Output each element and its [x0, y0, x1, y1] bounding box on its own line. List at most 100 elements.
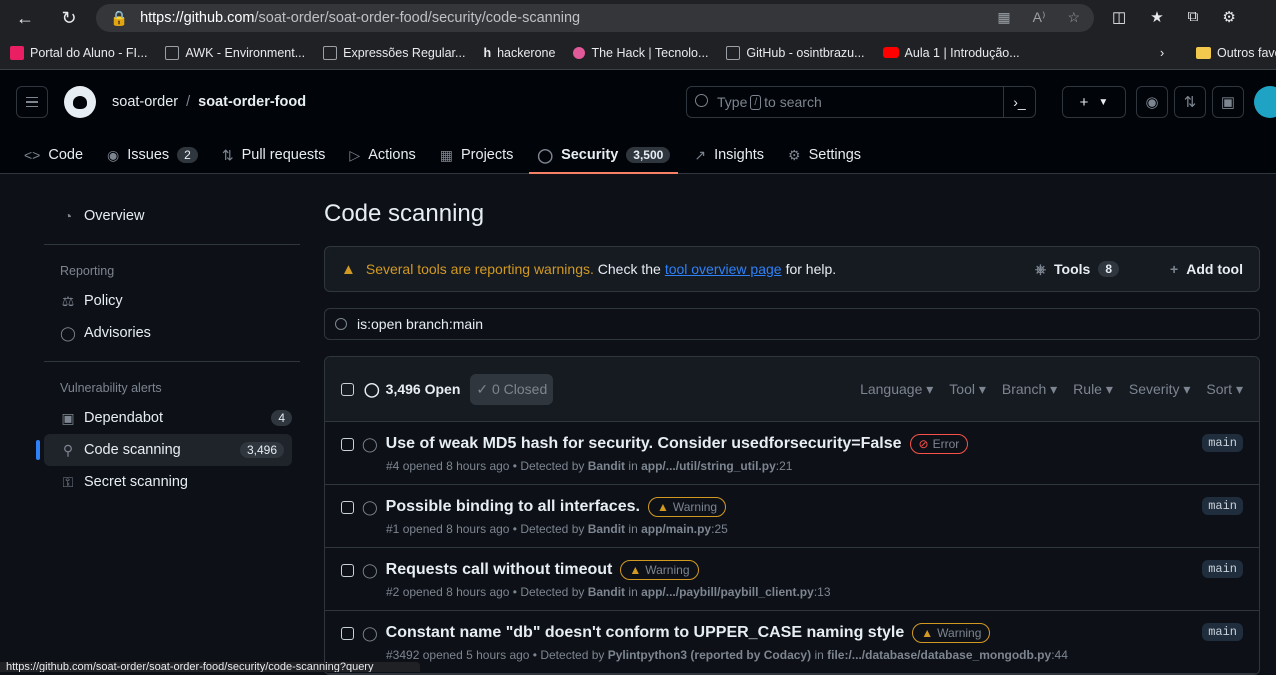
- inbox-icon[interactable]: ▣: [1212, 86, 1244, 118]
- bookmark-hackerone[interactable]: h hackerone: [483, 46, 555, 60]
- read-aloud-icon[interactable]: A⁾: [1033, 9, 1046, 26]
- tab-settings[interactable]: ⚙ Settings: [780, 136, 869, 174]
- alert-meta: #2 opened 8 hours ago • Detected by Band…: [386, 585, 831, 599]
- shield-icon: ◯: [362, 624, 378, 641]
- alert-row[interactable]: ◯ Constant name "db" doesn't conform to U…: [325, 611, 1259, 674]
- alert-row[interactable]: ◯ Use of weak MD5 hash for security. Cons…: [325, 422, 1259, 485]
- tab-code[interactable]: <> Code: [16, 136, 91, 174]
- page-icon: [323, 45, 338, 60]
- add-tool-button[interactable]: + Add tool: [1170, 261, 1243, 277]
- alert-meta: #3492 opened 5 hours ago • Detected by P…: [386, 648, 1068, 662]
- tab-pull-requests[interactable]: ⇅ Pull requests: [214, 136, 334, 174]
- pull-requests-icon[interactable]: ⇅: [1174, 86, 1206, 118]
- bookmark-github[interactable]: GitHub - osintbrazu...: [726, 45, 865, 60]
- bookmark-regex[interactable]: Expressões Regular...: [323, 45, 465, 60]
- alerts-list: ◯ 3,496 Open ✓ 0 Closed Language ▾ Tool ▾…: [324, 356, 1260, 675]
- closed-filter[interactable]: ✓ 0 Closed: [470, 373, 554, 405]
- tool-overview-link[interactable]: tool overview page: [665, 261, 782, 277]
- bookmarks-bar: Portal do Aluno - FI... AWK - Environmen…: [0, 36, 1276, 70]
- address-bar-icons: ▦ A⁾ ☆: [997, 9, 1080, 26]
- select-all-checkbox[interactable]: [341, 382, 354, 396]
- reload-icon[interactable]: ↻: [54, 3, 84, 33]
- alert-row[interactable]: ◯ Requests call without timeout ▲ Warning #…: [325, 548, 1259, 611]
- link-status-bar: https://github.com/soat-order/soat-order…: [0, 662, 420, 672]
- filter-sort[interactable]: Sort ▾: [1206, 381, 1243, 398]
- search-icon: [695, 94, 708, 107]
- search-input[interactable]: Type / to search ›_: [686, 86, 1036, 118]
- sidebar-item-dependabot[interactable]: ▣ Dependabot 4: [44, 402, 300, 434]
- alert-checkbox[interactable]: [341, 500, 354, 514]
- split-screen-icon[interactable]: ◫: [1112, 8, 1126, 26]
- main-content: Code scanning ▲ Several tools are report…: [324, 200, 1260, 675]
- chevron-down-icon: ▼: [1098, 96, 1109, 108]
- severity-label: ⊘ Error: [909, 434, 969, 454]
- bookmark-aula[interactable]: Aula 1 | Introdução...: [882, 46, 1020, 60]
- bookmark-portal[interactable]: Portal do Aluno - FI...: [10, 45, 147, 60]
- bookmarks-overflow-icon[interactable]: ›: [1160, 46, 1164, 60]
- sidebar-item-overview[interactable]: ◔ Overview: [44, 200, 300, 232]
- severity-label: ▲ Warning: [647, 497, 727, 517]
- address-bar[interactable]: 🔒 https://github.com/soat-order/soat-ord…: [96, 4, 1094, 32]
- branch-label: main: [1202, 434, 1243, 452]
- branch-label: main: [1202, 497, 1243, 515]
- create-new-button[interactable]: + ▼: [1062, 86, 1126, 118]
- tab-actions[interactable]: ▷ Actions: [341, 136, 423, 174]
- browser-toolbar: ← ↻ 🔒 https://github.com/soat-order/soat…: [0, 0, 1276, 36]
- shield-icon: ◯: [60, 324, 76, 341]
- tools-button[interactable]: ⎈ Tools 8: [1035, 261, 1119, 278]
- bookmark-thehack[interactable]: The Hack | Tecnolo...: [573, 46, 708, 60]
- bookmark-other[interactable]: Outros favo: [1196, 46, 1276, 60]
- sidebar-item-code-scanning[interactable]: ⚲ Code scanning 3,496: [36, 434, 292, 466]
- sidebar-item-secret-scanning[interactable]: ⚿ Secret scanning: [44, 466, 300, 498]
- branch-label: main: [1202, 560, 1243, 578]
- alert-title[interactable]: Requests call without timeout: [386, 561, 613, 579]
- filter-tool[interactable]: Tool ▾: [949, 381, 986, 398]
- avatar[interactable]: [1254, 86, 1276, 118]
- codescan-icon: ⚲: [62, 441, 74, 458]
- command-palette-icon[interactable]: ›_: [1003, 87, 1035, 117]
- favorite-star-icon[interactable]: ☆: [1067, 9, 1080, 26]
- play-icon: ▷: [349, 146, 361, 163]
- alert-checkbox[interactable]: [341, 563, 354, 577]
- favorites-icon[interactable]: ★: [1150, 8, 1163, 26]
- filter-severity[interactable]: Severity ▾: [1129, 381, 1191, 398]
- alert-title[interactable]: Use of weak MD5 hash for security. Consi…: [386, 435, 902, 453]
- search-icon: [335, 318, 347, 330]
- tab-security[interactable]: ◯ Security 3,500: [529, 136, 679, 174]
- extensions-icon[interactable]: ⚙: [1222, 8, 1235, 26]
- repo-link[interactable]: soat-order-food: [198, 94, 306, 110]
- menu-icon[interactable]: [16, 86, 48, 118]
- key-icon: ⚿: [62, 473, 74, 490]
- issues-icon[interactable]: ◉: [1136, 86, 1168, 118]
- sidebar-item-policy[interactable]: ⚖ Policy: [44, 285, 300, 317]
- dependabot-counter: 4: [271, 410, 292, 426]
- alerts-filter-input[interactable]: is:open branch:main: [324, 308, 1260, 340]
- breadcrumb: soat-order / soat-order-food: [112, 94, 306, 110]
- filter-rule[interactable]: Rule ▾: [1073, 381, 1113, 398]
- alert-icon: ▲: [341, 260, 356, 278]
- filter-branch[interactable]: Branch ▾: [1002, 381, 1057, 398]
- back-icon[interactable]: ←: [10, 3, 40, 33]
- stop-icon: ⊘: [918, 437, 929, 451]
- github-logo-icon[interactable]: [64, 86, 96, 118]
- filter-language[interactable]: Language ▾: [860, 381, 933, 398]
- alert-checkbox[interactable]: [341, 626, 354, 640]
- code-icon: <>: [24, 147, 41, 163]
- bookmark-awk[interactable]: AWK - Environment...: [165, 45, 305, 60]
- sidebar-heading-vulnerability: Vulnerability alerts: [60, 381, 162, 395]
- tab-issues[interactable]: ◉ Issues 2: [99, 136, 206, 174]
- apps-icon[interactable]: ▦: [997, 9, 1010, 26]
- alert-title[interactable]: Constant name "db" doesn't conform to UP…: [386, 624, 905, 642]
- tab-insights[interactable]: ↗ Insights: [686, 136, 772, 174]
- breadcrumb-separator: /: [186, 94, 191, 110]
- tab-projects[interactable]: ▦ Projects: [432, 136, 522, 174]
- alert-title[interactable]: Possible binding to all interfaces.: [386, 498, 640, 516]
- collections-icon[interactable]: ⧉: [1188, 8, 1199, 26]
- sidebar-item-advisories[interactable]: ◯ Advisories: [44, 317, 300, 349]
- alert-row[interactable]: ◯ Possible binding to all interfaces. ▲ War…: [325, 485, 1259, 548]
- url-path: /soat-order/soat-order-food/security/cod…: [254, 10, 581, 26]
- alert-checkbox[interactable]: [341, 437, 354, 451]
- sidebar-heading-reporting: Reporting: [60, 264, 115, 278]
- open-filter[interactable]: ◯ 3,496 Open: [364, 381, 460, 398]
- owner-link[interactable]: soat-order: [112, 94, 178, 110]
